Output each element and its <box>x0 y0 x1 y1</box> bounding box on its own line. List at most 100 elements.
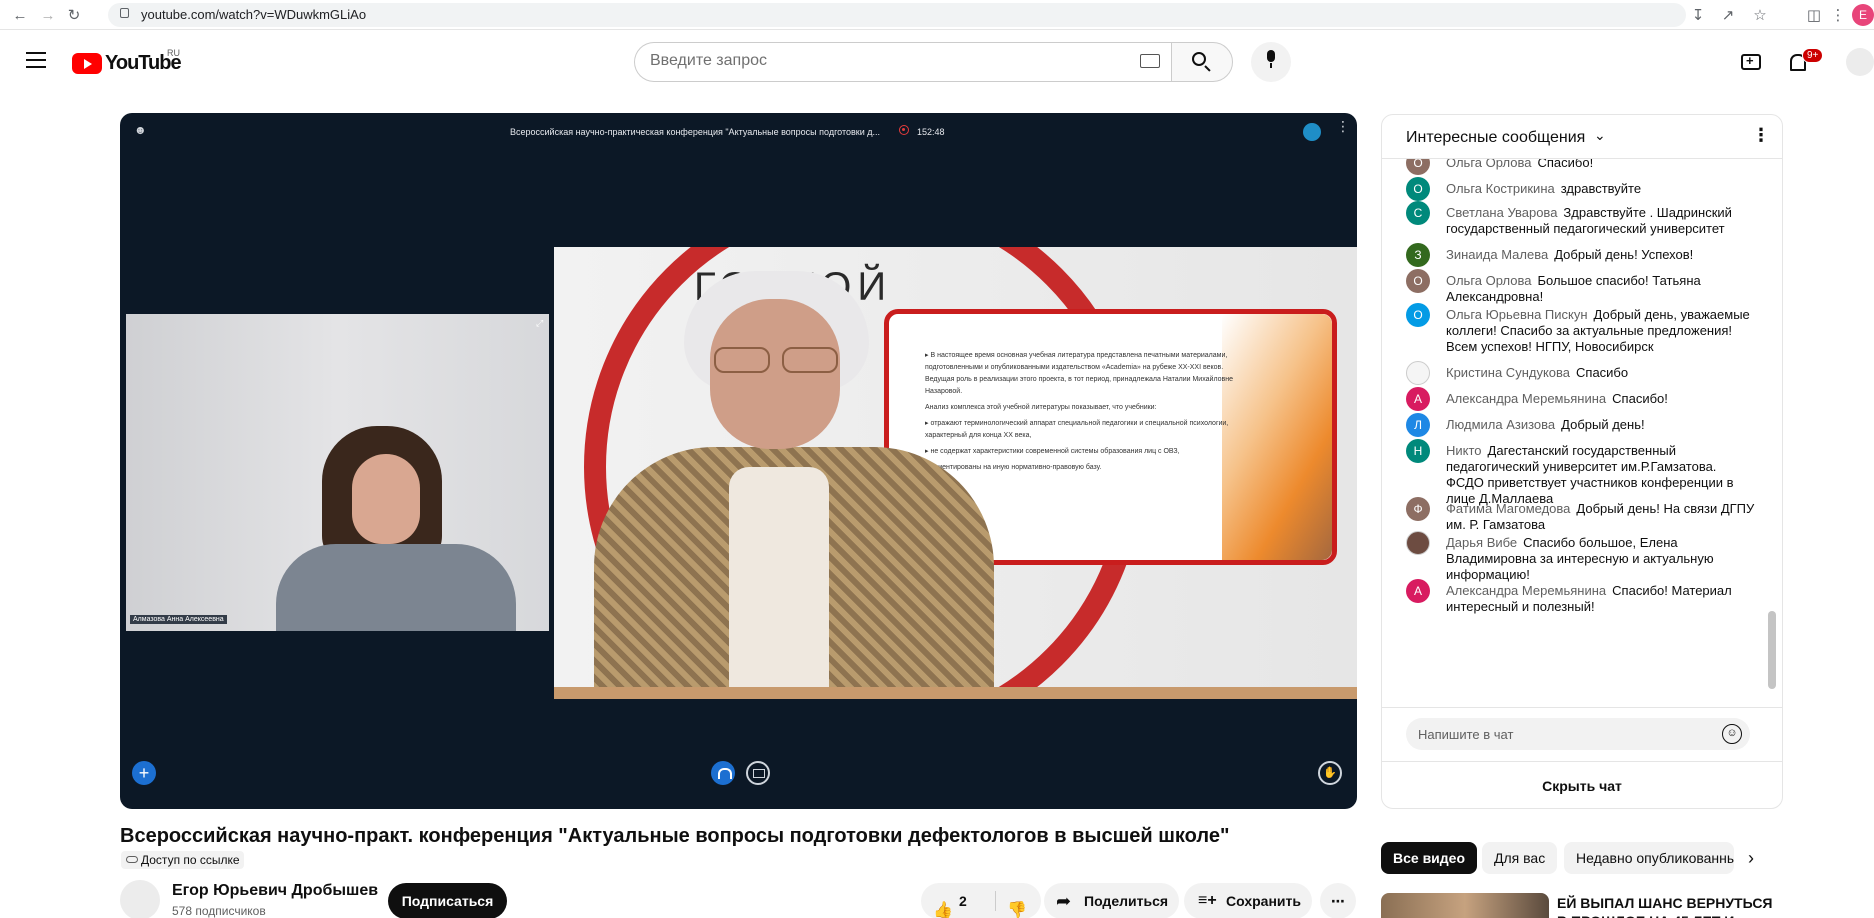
url-text[interactable]: youtube.com/watch?v=WDuwkmGLiAo <box>141 7 366 22</box>
access-badge: Доступ по ссылке <box>121 851 244 869</box>
create-video-icon[interactable] <box>1741 53 1761 70</box>
save-button[interactable]: ≡+ Сохранить <box>1184 883 1312 918</box>
chat-more-icon[interactable]: ⋮ <box>1752 125 1770 146</box>
chat-author-name[interactable]: Людмила Азизова <box>1446 417 1555 432</box>
participants-icon[interactable]: ☻ <box>134 123 147 137</box>
youtube-logo[interactable]: YouTube <box>72 52 182 74</box>
headphones-icon[interactable] <box>711 761 735 785</box>
browser-toolbar: ← → ↻ youtube.com/watch?v=WDuwkmGLiAo ↧ … <box>0 0 1874 30</box>
chat-input-area: Напишите в чат ☺ <box>1382 707 1782 761</box>
thumbs-up-icon[interactable]: 👍 <box>933 893 953 918</box>
chat-author-avatar[interactable]: Ф <box>1406 497 1430 521</box>
video-more-icon[interactable]: ⋮ <box>1336 119 1350 133</box>
video-title: Всероссийская научно-практ. конференция … <box>120 825 1230 847</box>
keyboard-icon[interactable] <box>1140 54 1160 68</box>
live-chat-panel: Интересные сообщения ⌄ ⋮ О Ольга Орлова Сп… <box>1381 114 1783 809</box>
chat-author-name[interactable]: Александра Меремьянина <box>1446 391 1606 406</box>
speaker-blouse <box>729 467 829 697</box>
install-icon[interactable]: ↧ <box>1688 5 1708 25</box>
chat-scrollbar[interactable] <box>1768 611 1776 689</box>
region-code: RU <box>167 48 180 58</box>
account-avatar[interactable] <box>1846 48 1874 76</box>
chat-author-name[interactable]: Кристина Сундукова <box>1446 365 1570 380</box>
chat-author-avatar[interactable]: О <box>1406 269 1430 293</box>
chat-author-name[interactable]: Дарья Вибе <box>1446 535 1517 550</box>
chat-message-list[interactable]: О Ольга Орлова Спасибо! О Ольга Кострикина зд… <box>1382 159 1772 707</box>
chat-author-name[interactable]: Ольга Юрьевна Пискун <box>1446 307 1588 322</box>
chat-author-avatar[interactable] <box>1406 531 1430 555</box>
thumbs-down-icon[interactable]: 👎 <box>1007 893 1027 918</box>
chip-recently-uploaded[interactable]: Недавно опубликованные <box>1564 842 1734 874</box>
reload-icon[interactable]: ↻ <box>64 5 84 25</box>
video-player[interactable]: ☻ Всероссийская научно-практическая конф… <box>120 113 1357 809</box>
chat-author-avatar[interactable]: О <box>1406 159 1430 175</box>
channel-name[interactable]: Егор Юрьевич Дробышев <box>172 882 378 900</box>
chat-message-body: Светлана Уварова Здравствуйте . Шадрински… <box>1446 205 1756 237</box>
lock-icon[interactable] <box>120 8 129 18</box>
chat-author-name[interactable]: Ольга Орлова <box>1446 273 1531 288</box>
share-button[interactable]: ➦ Поделиться <box>1044 883 1179 918</box>
speaker-tile[interactable]: ГОСКОЙ ▸ В настоящее время основная учеб… <box>554 247 1357 699</box>
chat-author-name[interactable]: Светлана Уварова <box>1446 205 1557 220</box>
share-icon: ➦ <box>1056 891 1072 911</box>
chat-message-body: Никто Дагестанский государственный педаго… <box>1446 443 1756 507</box>
chat-author-avatar[interactable]: Л <box>1406 413 1430 437</box>
side-panel-icon[interactable]: ◫ <box>1804 5 1824 25</box>
screen-share-icon[interactable] <box>746 761 770 785</box>
emoji-icon[interactable]: ☺ <box>1722 724 1742 744</box>
chat-author-avatar[interactable]: Н <box>1406 439 1430 463</box>
hide-chat-button[interactable]: Скрыть чат <box>1382 761 1782 808</box>
desk <box>554 687 1357 699</box>
chat-mode-dropdown[interactable]: Интересные сообщения <box>1406 129 1585 147</box>
chat-author-name[interactable]: Ольга Кострикина <box>1446 181 1555 196</box>
chat-message-body: Людмила Азизова Добрый день! <box>1446 417 1756 433</box>
access-label: Доступ по ссылке <box>141 853 240 867</box>
chip-all-videos[interactable]: Все видео <box>1381 842 1478 874</box>
recommendation-thumbnail[interactable] <box>1381 893 1549 918</box>
back-icon[interactable]: ← <box>10 5 30 25</box>
chip-for-you[interactable]: Для вас <box>1482 842 1558 874</box>
chat-message-body: Ольга Орлова Спасибо! <box>1446 159 1756 171</box>
chat-author-name[interactable]: Зинаида Малева <box>1446 247 1548 262</box>
raise-hand-icon[interactable]: ✋ <box>1318 761 1342 785</box>
more-actions-button[interactable]: ⋯ <box>1320 883 1356 918</box>
forward-icon[interactable]: → <box>38 5 58 25</box>
conference-title-overlay: Всероссийская научно-практическая конфер… <box>510 127 881 137</box>
chat-author-avatar[interactable] <box>1406 361 1430 385</box>
chat-message-body: Ольга Кострикина здравствуйте <box>1446 181 1756 197</box>
chat-author-name[interactable]: Фатима Магомедова <box>1446 501 1570 516</box>
chat-author-avatar[interactable]: А <box>1406 579 1430 603</box>
profile-avatar[interactable]: E <box>1852 4 1874 26</box>
chat-author-avatar[interactable]: С <box>1406 201 1430 225</box>
playlist-add-icon: ≡+ <box>1198 892 1217 909</box>
youtube-play-icon <box>72 52 102 74</box>
recommendation-title[interactable]: ЕЙ ВЫПАЛ ШАНС ВЕРНУТЬСЯ В ПРОШЛОЕ НА 45 … <box>1557 894 1777 918</box>
slide-bullet-4: ориентированы на иную нормативно-правову… <box>930 464 1102 471</box>
chat-author-name[interactable]: Никто <box>1446 443 1482 458</box>
bookmark-star-icon[interactable]: ☆ <box>1750 5 1770 25</box>
speaker-glasses <box>714 347 838 373</box>
slide-text: ▸ В настоящее время основная учебная лит… <box>925 352 1233 471</box>
participant-body <box>276 544 516 631</box>
chevron-right-icon[interactable]: › <box>1748 848 1754 869</box>
chat-message-text: Добрый день! <box>1561 417 1645 432</box>
participant-tile-left[interactable]: Алмазова Анна Алексеевна ⤢ <box>126 314 549 631</box>
channel-avatar[interactable] <box>120 880 160 918</box>
add-icon[interactable]: + <box>132 761 156 785</box>
chat-author-name[interactable]: Александра Меремьянина <box>1446 583 1606 598</box>
expand-icon[interactable]: ⤢ <box>536 318 543 329</box>
browser-menu-icon[interactable]: ⋮ <box>1828 5 1848 25</box>
menu-icon[interactable] <box>26 52 46 68</box>
connection-signal-icon[interactable] <box>1303 123 1321 141</box>
chat-author-avatar[interactable]: З <box>1406 243 1430 267</box>
chat-header: Интересные сообщения ⌄ ⋮ <box>1382 115 1782 159</box>
chat-author-avatar[interactable]: О <box>1406 303 1430 327</box>
microphone-icon <box>1265 50 1277 68</box>
chevron-down-icon[interactable]: ⌄ <box>1594 127 1606 144</box>
chat-author-name[interactable]: Ольга Орлова <box>1446 159 1531 170</box>
share-page-icon[interactable]: ↗ <box>1718 5 1738 25</box>
like-count[interactable]: 2 <box>959 883 967 918</box>
subscribe-button[interactable]: Подписаться <box>388 883 507 918</box>
chat-author-avatar[interactable]: А <box>1406 387 1430 411</box>
chat-author-avatar[interactable]: О <box>1406 177 1430 201</box>
